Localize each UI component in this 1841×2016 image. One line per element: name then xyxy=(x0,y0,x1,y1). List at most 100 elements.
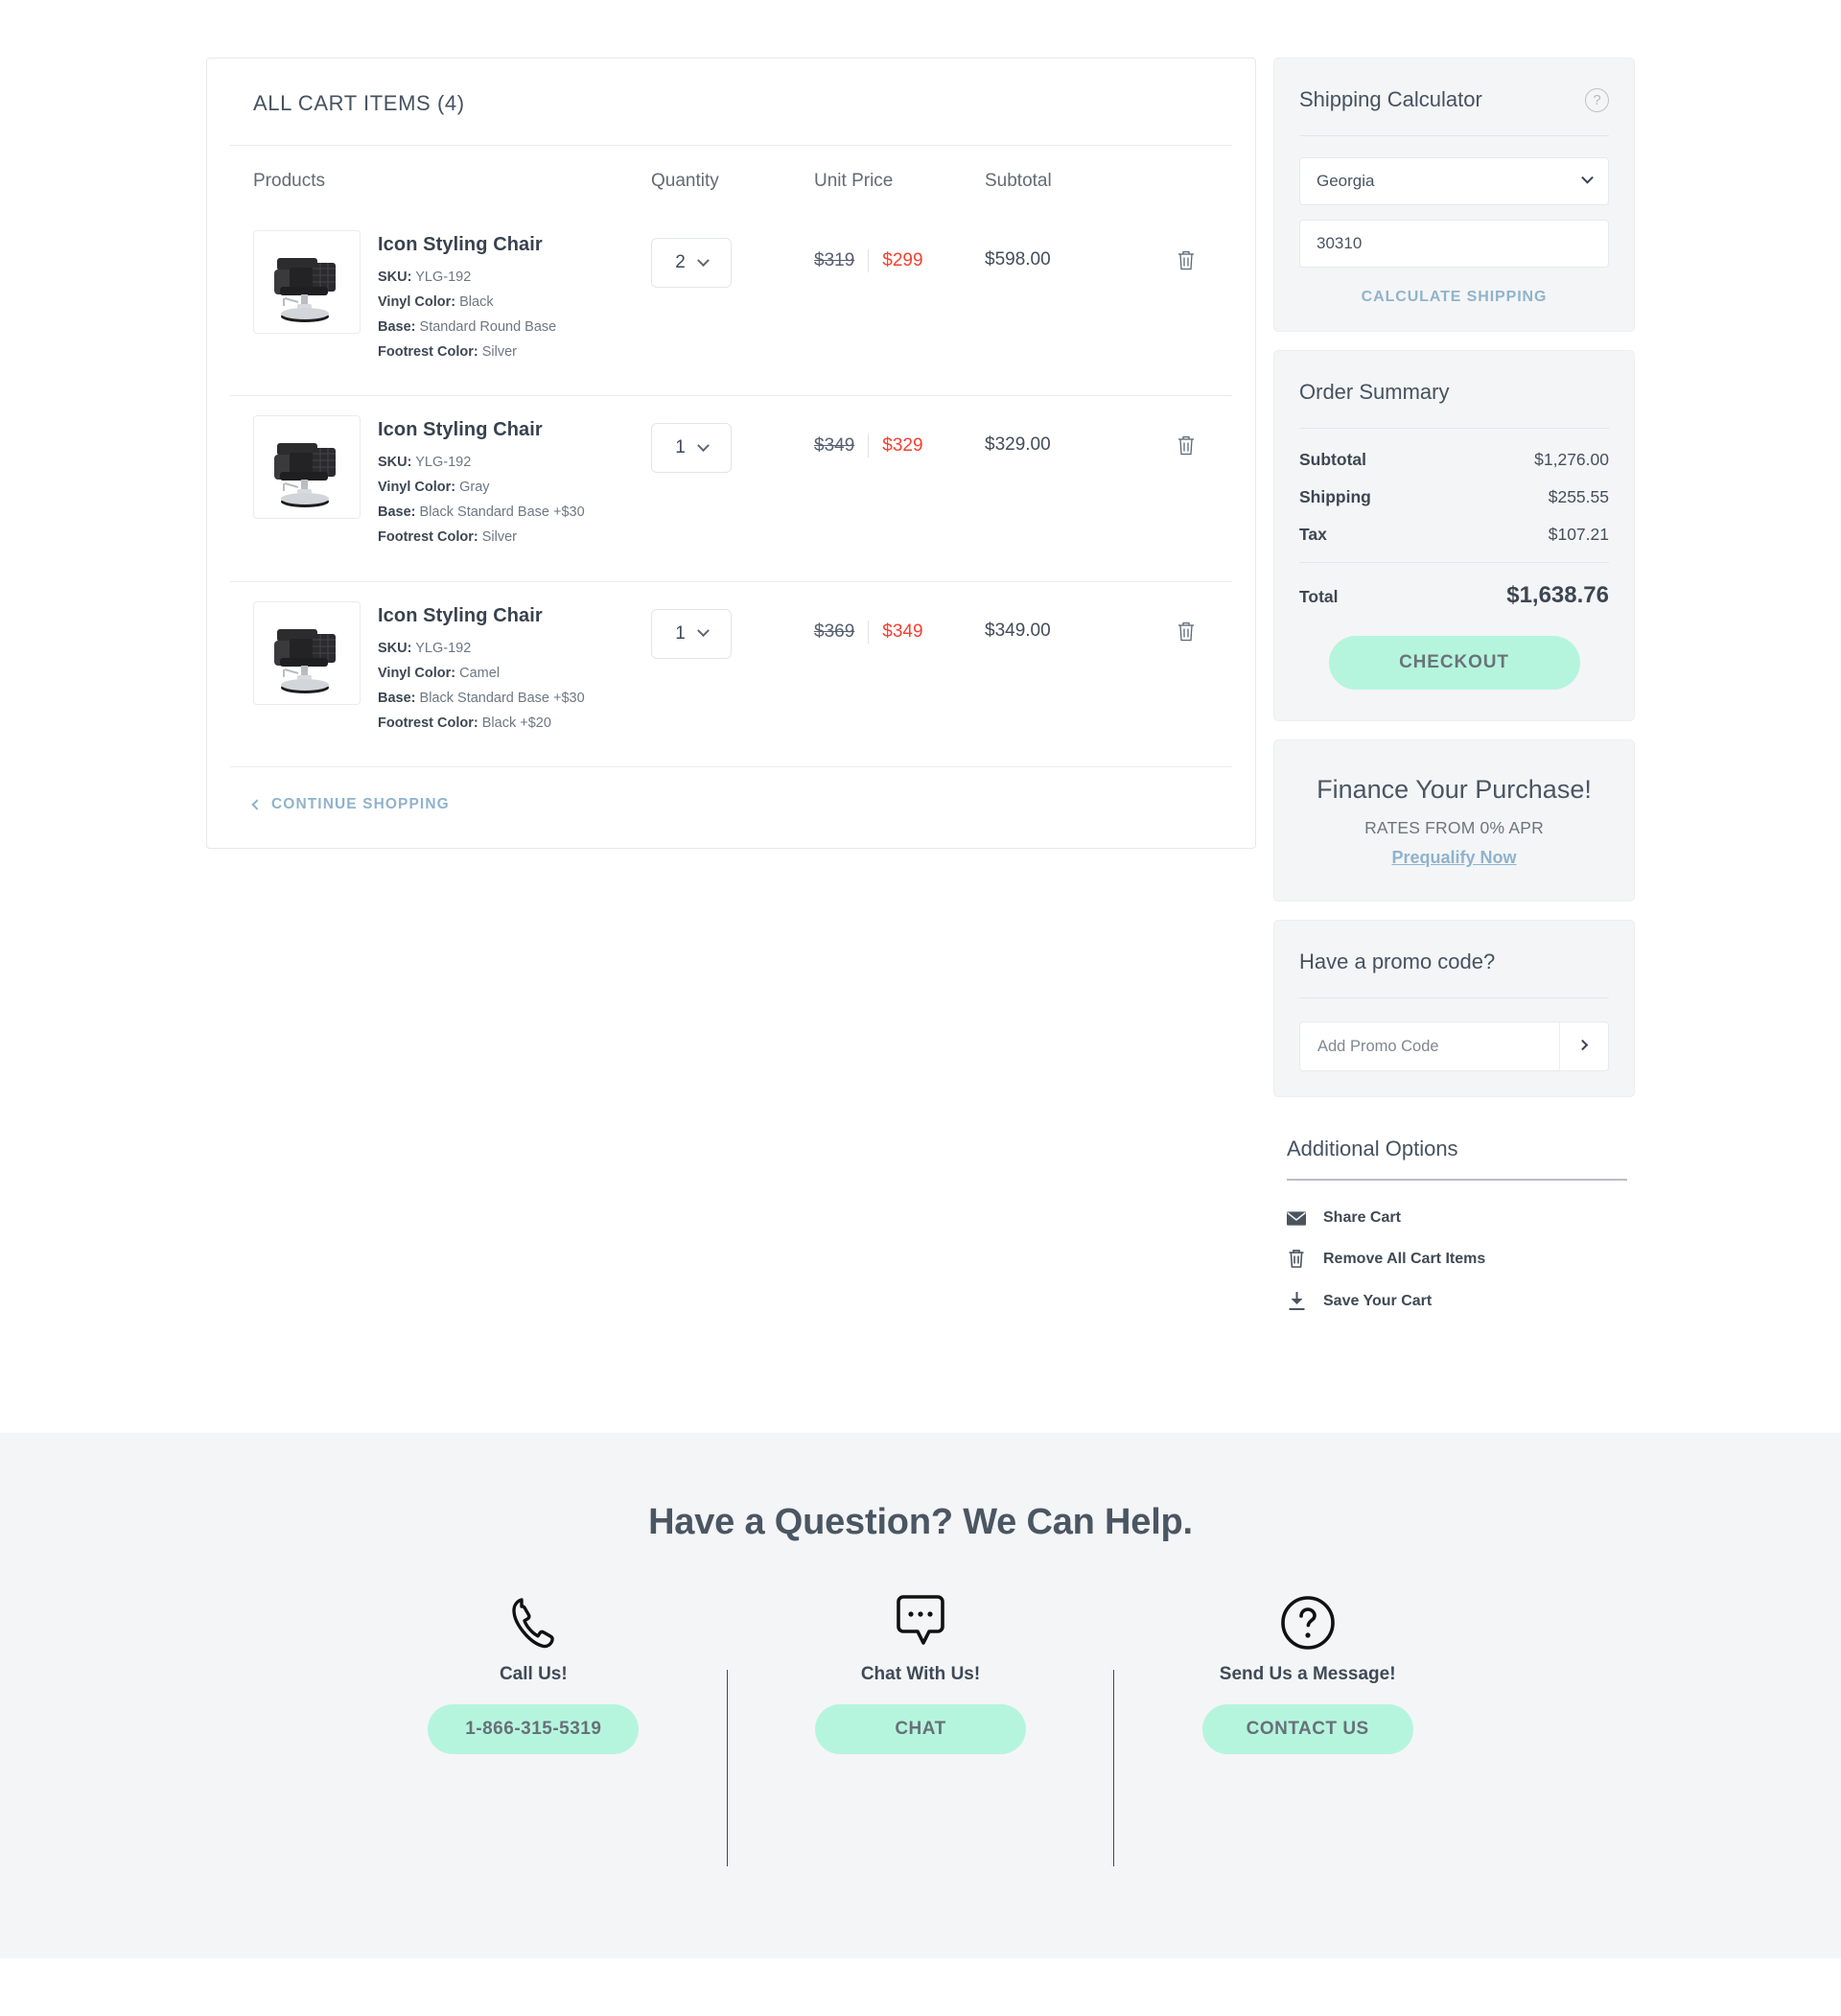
cart-card: ALL CART ITEMS (4) Products Quantity Uni… xyxy=(206,58,1256,849)
quantity-value: 1 xyxy=(675,437,686,458)
product-name[interactable]: Icon Styling Chair xyxy=(378,234,556,256)
footrest-value: Silver xyxy=(481,529,518,546)
vinyl-label: Vinyl Color: xyxy=(378,480,456,496)
chevron-right-icon xyxy=(1576,1039,1589,1051)
help-column-call: Call Us! 1-866-315-5319 xyxy=(340,1593,727,1755)
remove-all-cart-items-label: Remove All Cart Items xyxy=(1323,1250,1486,1267)
summary-row-tax: Tax $107.21 xyxy=(1299,525,1609,545)
base-value: Black Standard Base +$30 xyxy=(419,504,585,521)
column-header-unit-price: Unit Price xyxy=(814,171,894,191)
trash-icon[interactable] xyxy=(1177,621,1196,647)
product-sku: SKU: YLG-192 xyxy=(378,640,585,659)
product-vinyl-color: Vinyl Color: Gray xyxy=(378,479,585,498)
subtotal-cell: $349.00 xyxy=(985,620,1051,641)
product-info: Icon Styling Chair SKU: YLG-192 Vinyl Co… xyxy=(378,601,585,739)
summary-row-subtotal: Subtotal $1,276.00 xyxy=(1299,450,1609,470)
trash-icon[interactable] xyxy=(1177,249,1196,276)
state-select[interactable]: Georgia xyxy=(1299,157,1609,205)
finance-rates: RATES FROM 0% APR xyxy=(1364,818,1544,838)
promo-code-title: Have a promo code? xyxy=(1299,949,1496,974)
share-cart-label: Share Cart xyxy=(1323,1209,1401,1227)
divider xyxy=(1299,562,1609,563)
product-cell: Icon Styling Chair SKU: YLG-192 Vinyl Co… xyxy=(253,600,651,739)
zip-code-value: 30310 xyxy=(1317,234,1363,252)
cart-page: ALL CART ITEMS (4) Products Quantity Uni… xyxy=(0,0,1841,1959)
sku-label: SKU: xyxy=(378,640,412,656)
styling-chair-icon xyxy=(274,628,336,693)
base-value: Black Standard Base +$30 xyxy=(419,690,585,706)
summary-label: Subtotal xyxy=(1299,450,1366,469)
product-base: Base: Standard Round Base xyxy=(378,318,556,338)
continue-shopping-wrap: CONTINUE SHOPPING xyxy=(207,767,1255,848)
contact-us-button[interactable]: CONTACT US xyxy=(1201,1704,1413,1755)
product-name[interactable]: Icon Styling Chair xyxy=(378,419,585,441)
product-vinyl-color: Vinyl Color: Black xyxy=(378,293,556,313)
continue-shopping-link[interactable]: CONTINUE SHOPPING xyxy=(251,796,450,813)
call-us-button[interactable]: 1-866-315-5319 xyxy=(428,1704,640,1755)
product-thumbnail[interactable] xyxy=(253,600,361,705)
promo-code-body: Add Promo Code xyxy=(1274,998,1634,1096)
help-columns: Call Us! 1-866-315-5319 Chat With Us! CH… xyxy=(340,1593,1501,1867)
price-divider xyxy=(868,434,870,458)
product-thumbnail[interactable] xyxy=(253,415,361,520)
product-sku: SKU: YLG-192 xyxy=(378,269,556,288)
quantity-stepper[interactable]: 1 xyxy=(651,608,732,659)
remove-cell xyxy=(1138,601,1196,647)
shipping-calculator-title: Shipping Calculator xyxy=(1299,87,1482,111)
quantity-value: 1 xyxy=(675,622,686,644)
product-cell: Icon Styling Chair SKU: YLG-192 Vinyl Co… xyxy=(253,415,651,553)
share-cart-option[interactable]: Share Cart xyxy=(1287,1209,1627,1227)
help-footer: Have a Question? We Can Help. Call Us! 1… xyxy=(0,1433,1841,1959)
product-name[interactable]: Icon Styling Chair xyxy=(378,605,585,627)
quantity-cell: 1 xyxy=(651,415,814,474)
save-your-cart-label: Save Your Cart xyxy=(1323,1292,1433,1309)
trash-icon xyxy=(1287,1249,1306,1269)
sale-price: $349 xyxy=(882,621,923,642)
question-mark-icon[interactable]: ? xyxy=(1585,87,1609,112)
original-price: $349 xyxy=(814,435,855,457)
styling-chair-icon xyxy=(274,258,336,322)
vinyl-value: Gray xyxy=(459,480,490,496)
zip-code-input[interactable]: 30310 xyxy=(1299,220,1609,268)
promo-code-input[interactable]: Add Promo Code xyxy=(1299,1021,1559,1072)
product-sku: SKU: YLG-192 xyxy=(378,454,585,473)
chevron-down-icon xyxy=(696,439,710,452)
product-info: Icon Styling Chair SKU: YLG-192 Vinyl Co… xyxy=(378,230,556,368)
trash-icon[interactable] xyxy=(1177,434,1196,461)
styling-chair-icon xyxy=(274,443,336,508)
unit-price-cell: $319 $299 xyxy=(814,230,985,272)
summary-row-total: Total $1,638.76 xyxy=(1299,582,1609,609)
sale-price: $329 xyxy=(882,435,923,457)
footrest-label: Footrest Color: xyxy=(378,529,478,546)
table-row: Icon Styling Chair SKU: YLG-192 Vinyl Co… xyxy=(207,396,1255,553)
product-footrest-color: Footrest Color: Black +$20 xyxy=(378,715,585,734)
vinyl-label: Vinyl Color: xyxy=(378,665,456,681)
question-circle-icon xyxy=(1280,1593,1336,1653)
vinyl-label: Vinyl Color: xyxy=(378,294,456,311)
table-row: Icon Styling Chair SKU: YLG-192 Vinyl Co… xyxy=(207,582,1255,739)
chat-button[interactable]: CHAT xyxy=(815,1704,1026,1755)
order-summary-body: Subtotal $1,276.00 Shipping $255.55 Tax … xyxy=(1274,429,1634,720)
chevron-left-icon xyxy=(251,799,263,810)
prequalify-now-link[interactable]: Prequalify Now xyxy=(1391,848,1516,868)
quantity-cell: 2 xyxy=(651,230,814,288)
quantity-stepper[interactable]: 1 xyxy=(651,423,732,474)
product-thumbnail[interactable] xyxy=(253,230,361,334)
summary-row-shipping: Shipping $255.55 xyxy=(1299,487,1609,507)
promo-code-submit-button[interactable] xyxy=(1559,1021,1609,1072)
product-info: Icon Styling Chair SKU: YLG-192 Vinyl Co… xyxy=(378,415,585,553)
help-label-chat: Chat With Us! xyxy=(860,1664,981,1685)
divider xyxy=(1287,1179,1627,1182)
page-layout: ALL CART ITEMS (4) Products Quantity Uni… xyxy=(206,0,1635,1333)
calculate-shipping-button[interactable]: CALCULATE SHIPPING xyxy=(1299,289,1609,306)
quantity-stepper[interactable]: 2 xyxy=(651,238,732,288)
help-label-call: Call Us! xyxy=(499,1664,568,1685)
sku-label: SKU: xyxy=(378,455,412,471)
unit-price-cell: $349 $329 xyxy=(814,415,985,458)
remove-all-cart-items-option[interactable]: Remove All Cart Items xyxy=(1287,1249,1627,1269)
save-your-cart-option[interactable]: Save Your Cart xyxy=(1287,1291,1627,1311)
base-label: Base: xyxy=(378,319,416,336)
state-select-value: Georgia xyxy=(1317,172,1375,190)
checkout-button[interactable]: CHECKOUT xyxy=(1328,636,1580,690)
footrest-value: Black +$20 xyxy=(481,715,551,731)
